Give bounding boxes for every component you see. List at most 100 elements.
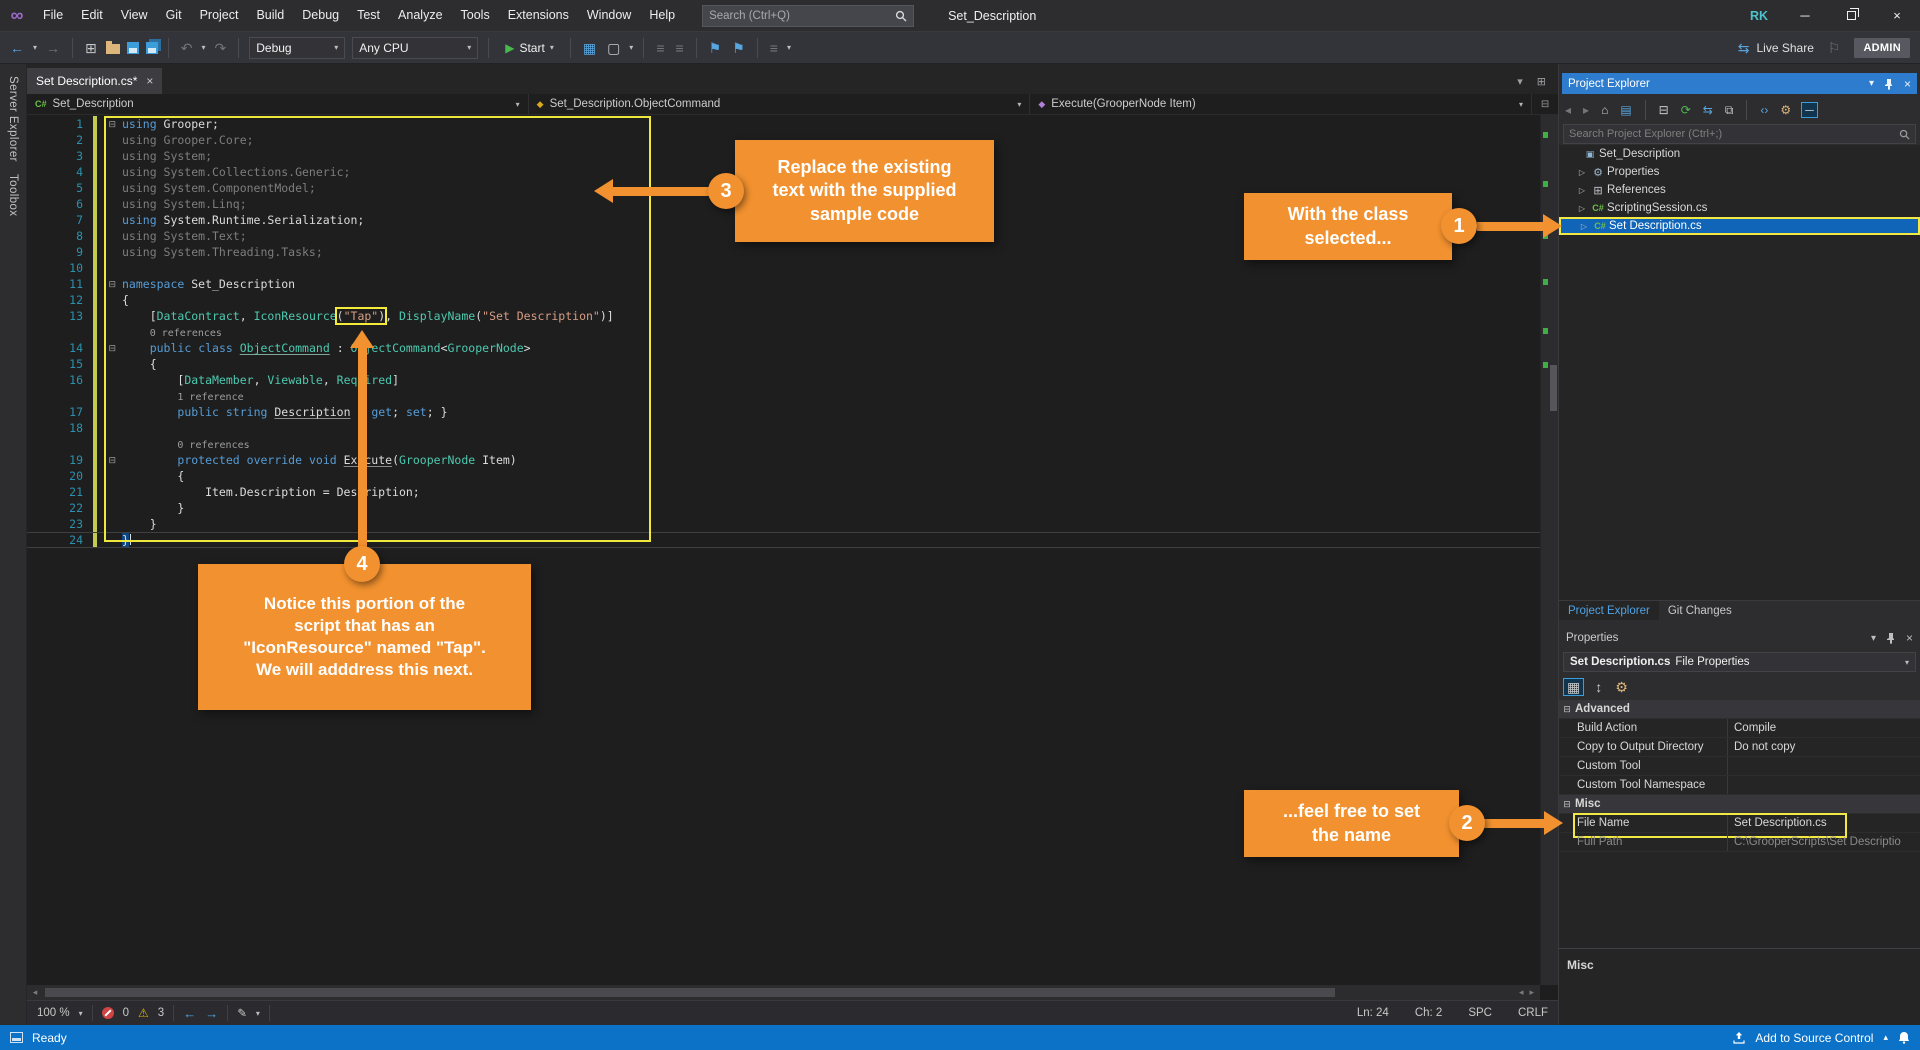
code-line-14[interactable]: 14⊟ public class ObjectCommand : ObjectC… — [27, 340, 1540, 356]
close-icon[interactable]: × — [1904, 77, 1911, 91]
attach-process-icon[interactable]: ▦ — [581, 39, 598, 57]
chevron-right-icon[interactable]: ▷ — [1577, 222, 1591, 231]
codelens-references[interactable]: 0 references — [177, 440, 249, 451]
close-icon[interactable]: × — [146, 74, 153, 88]
chevron-down-icon[interactable]: ▾ — [256, 1009, 260, 1018]
next-bookmark-icon[interactable]: ⚑ — [730, 39, 747, 57]
pin-icon[interactable] — [1884, 78, 1894, 90]
active-files-dropdown-icon[interactable]: ▾ — [1517, 75, 1523, 88]
redo-icon[interactable]: ↷ — [213, 39, 229, 57]
code-line-12[interactable]: 12{ — [27, 292, 1540, 308]
panel-tab-project-explorer[interactable]: Project Explorer — [1559, 601, 1659, 620]
code-line-11[interactable]: 11⊟namespace Set_Description — [27, 276, 1540, 292]
navigate-back-icon[interactable]: ← — [8, 39, 26, 57]
save-all-icon[interactable] — [146, 42, 158, 54]
menu-project[interactable]: Project — [191, 0, 248, 31]
tree-item-set-description-cs[interactable]: ▷C#Set Description.cs — [1559, 217, 1920, 235]
property-row-copy-to-output-directory[interactable]: Copy to Output DirectoryDo not copy — [1559, 738, 1920, 757]
remove-item-icon[interactable]: ─ — [1801, 102, 1818, 118]
code-view-icon[interactable]: ‹› — [1758, 102, 1770, 118]
whitespace-indicator[interactable]: SPC — [1468, 1007, 1492, 1019]
property-row-custom-tool-namespace[interactable]: Custom Tool Namespace — [1559, 776, 1920, 795]
copy-node-icon[interactable]: ⧉ — [1723, 102, 1736, 118]
line-indicator[interactable]: Ln: 24 — [1357, 1007, 1389, 1019]
fold-collapse-icon[interactable]: ⊟ — [83, 340, 122, 356]
code-line-17[interactable]: 17 public string Description { get; set;… — [27, 404, 1540, 420]
panel-tab-git-changes[interactable]: Git Changes — [1659, 601, 1741, 620]
codelens-references[interactable]: 0 references — [150, 328, 222, 339]
scrollbar-thumb[interactable] — [45, 988, 1335, 997]
open-folder-icon[interactable] — [106, 44, 120, 54]
properties-header[interactable]: Properties ▾ × — [1559, 628, 1920, 648]
code-line-24[interactable]: 24} — [27, 532, 1540, 548]
chevron-down-icon[interactable]: ▾ — [1869, 78, 1874, 89]
preview-in-browser-icon[interactable]: ▢ — [605, 39, 622, 57]
menu-git[interactable]: Git — [157, 0, 191, 31]
code-line-15[interactable]: 15 { — [27, 356, 1540, 372]
code-line-16[interactable]: 16 [DataMember, Viewable, Required] — [27, 372, 1540, 388]
code-line-23[interactable]: 23 } — [27, 516, 1540, 532]
vertical-scrollbar[interactable] — [1540, 115, 1558, 985]
properties-wrench-icon[interactable]: ⚙ — [1778, 102, 1793, 118]
live-share-button[interactable]: ⇆Live Share — [1736, 39, 1814, 57]
chevron-up-icon[interactable]: ▴ — [1883, 1032, 1888, 1043]
split-window-icon[interactable]: ⊟ — [1532, 99, 1558, 110]
breadcrumb-execute-groopernode-item[interactable]: ◆Execute(GrooperNode Item)▾ — [1030, 94, 1532, 114]
warning-count[interactable]: 3 — [158, 1007, 164, 1019]
code-line-13[interactable]: 13 [DataContract, IconResource("Tap"), D… — [27, 308, 1540, 324]
home-icon[interactable]: ⌂ — [1599, 102, 1610, 118]
breadcrumb-set-description[interactable]: C#Set_Description▾ — [27, 94, 529, 114]
menu-build[interactable]: Build — [247, 0, 293, 31]
scroll-left-icon[interactable]: ◂ — [27, 987, 43, 998]
scroll-right-icon[interactable]: ▸ — [1529, 987, 1534, 998]
chevron-down-icon[interactable]: ▾ — [787, 43, 791, 52]
scroll-left-icon[interactable]: ◂ — [1519, 987, 1524, 998]
code-line-21[interactable]: 21 Item.Description = Description; — [27, 484, 1540, 500]
properties-object-dropdown[interactable]: Set Description.cs File Properties ▾ — [1563, 652, 1916, 672]
column-indicator[interactable]: Ch: 2 — [1415, 1007, 1443, 1019]
line-outdent-icon[interactable]: ≡ — [673, 39, 685, 57]
menu-window[interactable]: Window — [578, 0, 640, 31]
solution-platform-dropdown[interactable]: Any CPU▾ — [352, 37, 478, 59]
tree-item-scriptingsession-cs[interactable]: ▷C#ScriptingSession.cs — [1559, 199, 1920, 217]
restore-button[interactable] — [1828, 0, 1874, 32]
property-row-full-path[interactable]: Full PathC:\GrooperScripts\Set Descripti… — [1559, 833, 1920, 852]
menu-debug[interactable]: Debug — [293, 0, 348, 31]
codelens-references[interactable]: 1 reference — [177, 392, 243, 403]
pin-icon[interactable] — [1886, 632, 1896, 644]
notifications-bell-icon[interactable] — [1898, 1031, 1910, 1044]
project-explorer-search-input[interactable]: Search Project Explorer (Ctrl+;) — [1563, 124, 1916, 144]
categorized-view-icon[interactable]: ▦ — [1563, 678, 1584, 696]
quick-search-input[interactable]: Search (Ctrl+Q) — [702, 5, 914, 27]
chevron-down-icon[interactable]: ▾ — [1871, 633, 1876, 644]
property-category-advanced[interactable]: ⊟Advanced — [1559, 700, 1920, 719]
collapse-icon[interactable]: ⊟ — [1559, 799, 1575, 810]
save-icon[interactable] — [127, 42, 139, 54]
forward-icon[interactable]: ▸ — [1581, 102, 1591, 118]
chevron-down-icon[interactable]: ▾ — [516, 100, 520, 109]
menu-view[interactable]: View — [112, 0, 157, 31]
project-explorer-header[interactable]: Project Explorer ▾ × — [1562, 73, 1917, 94]
chevron-down-icon[interactable]: ▾ — [629, 43, 633, 52]
line-indent-icon[interactable]: ≡ — [654, 39, 666, 57]
zoom-level[interactable]: 100 % — [37, 1007, 70, 1019]
horizontal-scrollbar[interactable]: ◂ ◂ ▸ — [27, 985, 1540, 1000]
edit-mode-icon[interactable]: ✎ — [237, 1006, 247, 1020]
chevron-down-icon[interactable]: ▾ — [79, 1009, 83, 1018]
breadcrumb-set-description-objectcommand[interactable]: ◆Set_Description.ObjectCommand▾ — [529, 94, 1031, 114]
property-row-custom-tool[interactable]: Custom Tool — [1559, 757, 1920, 776]
toggle-bookmark-icon[interactable]: ⚑ — [707, 39, 724, 57]
feedback-icon[interactable]: ⚐ — [1826, 39, 1843, 57]
sync-icon[interactable]: ⇆ — [1701, 102, 1715, 118]
scrollbar-thumb[interactable] — [1550, 365, 1557, 411]
code-line-22[interactable]: 22 } — [27, 500, 1540, 516]
document-tab[interactable]: Set Description.cs* × — [27, 68, 162, 94]
close-button[interactable]: × — [1874, 0, 1920, 32]
account-avatar[interactable]: RK — [1736, 9, 1782, 23]
collapse-all-icon[interactable]: ⊟ — [1657, 102, 1671, 118]
property-row-build-action[interactable]: Build ActionCompile — [1559, 719, 1920, 738]
navigate-forward-icon[interactable]: → — [205, 1006, 218, 1021]
navigate-back-dropdown-icon[interactable]: ▾ — [33, 43, 37, 52]
fold-collapse-icon[interactable]: ⊟ — [83, 452, 122, 468]
chevron-down-icon[interactable]: ▾ — [1017, 100, 1021, 109]
